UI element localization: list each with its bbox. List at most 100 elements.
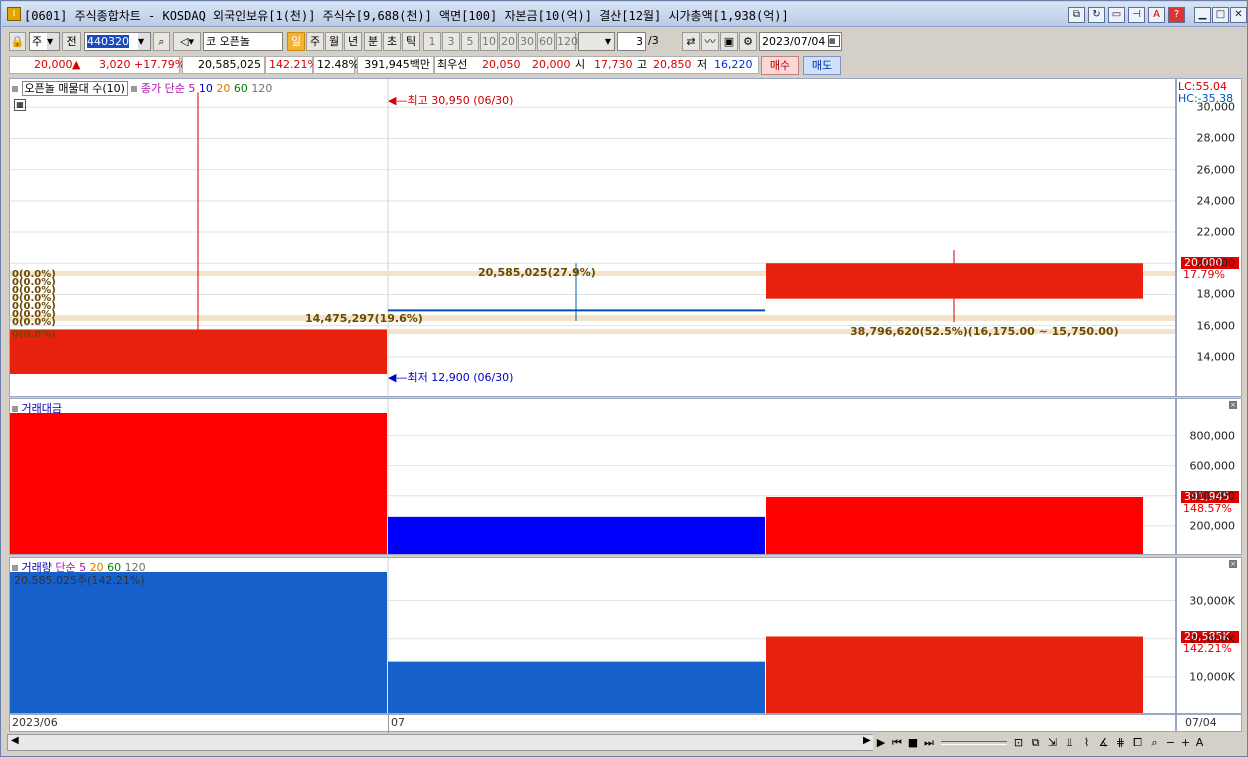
market-select[interactable]: 주 ▼ bbox=[29, 32, 60, 51]
close-pane-icon[interactable]: × bbox=[1229, 560, 1237, 568]
channel-tool-icon[interactable]: ⋕ bbox=[1112, 734, 1129, 751]
sell-button[interactable]: 매도 bbox=[803, 56, 841, 75]
interval-120[interactable]: 120 bbox=[556, 32, 578, 51]
zoom-icon[interactable]: ⌕ bbox=[1146, 734, 1163, 751]
x-label-current-date: 07/04 bbox=[1185, 716, 1217, 729]
trend-tool-icon[interactable]: ⇲ bbox=[1044, 734, 1061, 751]
amount-legend: 거래대금 bbox=[12, 400, 62, 416]
table-icon[interactable]: ▦ bbox=[14, 99, 26, 111]
maximize-button[interactable]: □ bbox=[1212, 7, 1229, 23]
interval-20[interactable]: 20 bbox=[499, 32, 517, 51]
custom-interval-select[interactable]: ▼ bbox=[578, 32, 615, 51]
period-minute[interactable]: 분 bbox=[364, 32, 382, 51]
period-month[interactable]: 월 bbox=[325, 32, 343, 51]
window-icon[interactable]: ▭ bbox=[1108, 7, 1125, 23]
sound-icon[interactable]: ◁▾ bbox=[173, 32, 201, 51]
period-second[interactable]: 초 bbox=[383, 32, 401, 51]
zoom-out-icon[interactable]: − bbox=[1163, 734, 1178, 751]
volume-pane[interactable]: 거래량 단순 5 20 60 120 20,585,025주(142.21%) bbox=[9, 557, 1176, 714]
market-value: 주 bbox=[32, 35, 43, 48]
period-tick[interactable]: 틱 bbox=[402, 32, 420, 51]
pin-icon[interactable]: ⊣ bbox=[1128, 7, 1145, 23]
price-pane[interactable]: 오픈놀 매물대 수(10) 종가 단순 5 10 20 60 120 ▦ ◀—최… bbox=[9, 78, 1176, 397]
low-label: 저 bbox=[697, 58, 708, 71]
help-icon[interactable]: ? bbox=[1168, 7, 1185, 23]
draw-tool-icon[interactable]: ⊡ bbox=[1010, 734, 1027, 751]
rewind-icon[interactable]: ⏮ bbox=[889, 734, 905, 751]
x-divider bbox=[388, 715, 389, 733]
low-value: 16,220 bbox=[714, 58, 753, 71]
period-day[interactable]: 일 bbox=[287, 32, 305, 51]
legend-ma-20[interactable]: 20 bbox=[216, 82, 230, 95]
vp-top-label: 20,585,025(27.9%) bbox=[478, 266, 596, 279]
chart-line-icon[interactable]: 〰 bbox=[701, 32, 719, 51]
interval-10[interactable]: 10 bbox=[480, 32, 498, 51]
page-total: /3 bbox=[648, 34, 659, 47]
interval-3[interactable]: 3 bbox=[442, 32, 460, 51]
candle-body bbox=[10, 329, 387, 374]
interval-30[interactable]: 30 bbox=[518, 32, 536, 51]
layout-tool-icon[interactable]: ⧠ bbox=[1129, 734, 1146, 751]
period-week[interactable]: 주 bbox=[306, 32, 324, 51]
amount-axis[interactable]: × 391,945 148.57% 800,000 600,000 400,000 2… bbox=[1176, 398, 1242, 555]
legend-ma-10[interactable]: 10 bbox=[199, 82, 213, 95]
high-label: 고 bbox=[637, 58, 648, 71]
fib-tool-icon[interactable]: ⫫ bbox=[1061, 734, 1078, 751]
x-label-july: 07 bbox=[391, 716, 405, 729]
legend-main[interactable]: 오픈놀 매물대 수(10) bbox=[21, 81, 128, 96]
amount-bar bbox=[388, 516, 765, 554]
stop-icon[interactable]: ■ bbox=[905, 734, 921, 751]
amount-pane[interactable]: 거래대금 bbox=[9, 398, 1176, 555]
stock-name: 오픈놀 bbox=[219, 35, 250, 48]
close-pane-icon[interactable]: × bbox=[1229, 401, 1237, 409]
prev-button[interactable]: 전 bbox=[62, 32, 81, 51]
lock-icon[interactable]: 🔒 bbox=[9, 32, 26, 51]
link-icon[interactable]: ⧉ bbox=[1068, 7, 1085, 23]
interval-60[interactable]: 60 bbox=[537, 32, 555, 51]
angle-tool-icon[interactable]: ∡ bbox=[1095, 734, 1112, 751]
amount-tick-label: 400,000 bbox=[1189, 489, 1236, 503]
legend-ma-5[interactable]: 종가 단순 5 bbox=[141, 82, 195, 95]
code-input[interactable]: 440320 ▼ bbox=[84, 32, 151, 51]
minimize-button[interactable]: ▁ bbox=[1194, 7, 1211, 23]
date-input[interactable]: 2023/07/04 ▦ bbox=[759, 32, 842, 51]
interval-5[interactable]: 5 bbox=[461, 32, 479, 51]
gear-icon[interactable]: ⚙ bbox=[739, 32, 757, 51]
date-value: 2023/07/04 bbox=[762, 35, 826, 48]
page-input[interactable]: 3 bbox=[617, 32, 646, 51]
wave-tool-icon[interactable]: ⌇ bbox=[1078, 734, 1095, 751]
amount-bar bbox=[10, 413, 387, 554]
arrows-icon[interactable]: ⇄ bbox=[682, 32, 700, 51]
scroll-right-icon[interactable]: ▶ bbox=[863, 735, 871, 746]
copy-tool-icon[interactable]: ⧉ bbox=[1027, 734, 1044, 751]
zoom-in-icon[interactable]: + bbox=[1178, 734, 1193, 751]
calendar-icon: ▦ bbox=[828, 35, 840, 47]
price-tick-label: 28,000 bbox=[1196, 131, 1236, 145]
price-axis[interactable]: LC:55.04 HC:-35.38 20,000 17.79% 30,000 2… bbox=[1176, 78, 1242, 397]
volume-axis[interactable]: × 20,585K 142.21% 30,000K 20,000K 10,000K bbox=[1176, 557, 1242, 714]
interval-1[interactable]: 1 bbox=[423, 32, 441, 51]
zoom-slider[interactable] bbox=[940, 741, 1007, 745]
text-tool-icon[interactable]: A bbox=[1193, 734, 1206, 751]
price-value: 20,000 bbox=[34, 58, 73, 71]
scroll-left-icon[interactable]: ◀ bbox=[11, 735, 19, 746]
font-icon[interactable]: A bbox=[1148, 7, 1165, 23]
amount-tick-label: 800,000 bbox=[1189, 429, 1236, 443]
close-button[interactable]: ✕ bbox=[1230, 7, 1247, 23]
legend-amount[interactable]: 거래대금 bbox=[22, 402, 62, 415]
window-title: [0601] 주식종합차트 - KOSDAQ 외국인보유[1(천)] 주식수[9… bbox=[24, 9, 789, 23]
buy-button[interactable]: 매수 bbox=[761, 56, 799, 75]
save-icon[interactable]: ▣ bbox=[720, 32, 738, 51]
price-tick-label: 14,000 bbox=[1196, 350, 1236, 364]
legend-ma-120[interactable]: 120 bbox=[251, 82, 272, 95]
period-year[interactable]: 년 bbox=[344, 32, 362, 51]
legend-ma-60[interactable]: 60 bbox=[234, 82, 248, 95]
stock-name-field[interactable]: 코 오픈놀 bbox=[203, 32, 283, 51]
fast-forward-icon[interactable]: ⏭ bbox=[921, 734, 937, 751]
price-tick-label: 22,000 bbox=[1196, 225, 1236, 239]
legend-bullet-icon bbox=[12, 86, 18, 92]
refresh-icon[interactable]: ↻ bbox=[1088, 7, 1105, 23]
search-icon[interactable]: ⌕ bbox=[153, 32, 170, 51]
vp-zero-labels: 0(0.0%) 0(0.0%) 0(0.0%) 0(0.0%) 0(0.0%) … bbox=[12, 270, 56, 340]
play-icon[interactable]: ▶ bbox=[873, 734, 889, 751]
